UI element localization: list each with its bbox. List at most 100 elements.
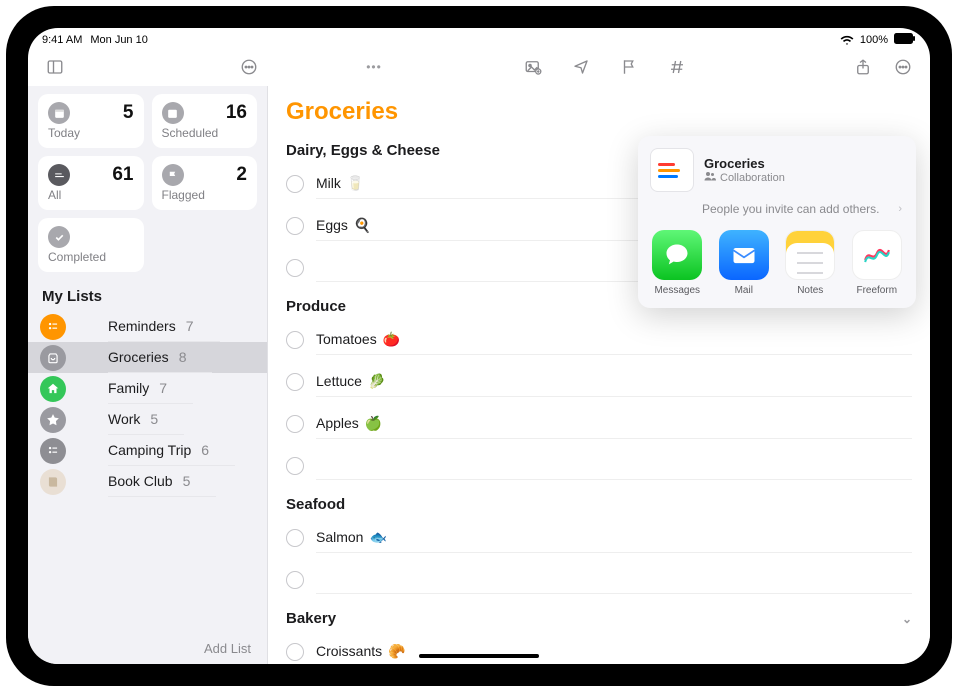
complete-toggle[interactable]: [286, 571, 304, 589]
flagged-count: 2: [236, 164, 247, 186]
list-name: Family: [108, 380, 149, 396]
complete-toggle[interactable]: [286, 331, 304, 349]
smartlist-card-scheduled[interactable]: 16 Scheduled: [152, 94, 258, 148]
share-app-mail[interactable]: Mail: [715, 230, 774, 296]
status-date: Mon Jun 10: [90, 34, 147, 46]
sidebar-list-camping-trip[interactable]: Camping Trip6: [28, 435, 267, 466]
screen: 9:41 AM Mon Jun 10 100%: [28, 28, 930, 664]
all-label: All: [48, 188, 134, 202]
smartlist-card-flagged[interactable]: 2 Flagged: [152, 156, 258, 210]
smartlist-card-today[interactable]: 5 Today: [38, 94, 144, 148]
flag-icon[interactable]: [616, 54, 642, 80]
all-count: 61: [112, 164, 133, 186]
section-header[interactable]: Bakery ⌄: [268, 600, 930, 631]
share-app-label: Freeform: [856, 285, 897, 296]
share-app-messages[interactable]: Messages: [648, 230, 707, 296]
share-popover: Groceries Collaboration People you invit…: [638, 136, 916, 308]
list-count: 8: [179, 349, 199, 365]
complete-toggle[interactable]: [286, 415, 304, 433]
complete-toggle[interactable]: [286, 175, 304, 193]
send-icon[interactable]: [568, 54, 594, 80]
share-app-label: Messages: [654, 285, 700, 296]
battery-icon: [894, 33, 916, 47]
sidebar: 5 Today 16 Scheduled 6: [28, 86, 268, 664]
list-name: Book Club: [108, 473, 173, 489]
completed-icon: [48, 226, 70, 248]
share-title: Groceries: [704, 156, 904, 171]
sidebar-list-family[interactable]: Family 7: [28, 373, 267, 404]
reminder-item[interactable]: Croissants🥐: [268, 631, 930, 664]
chevron-down-icon[interactable]: ⌄: [902, 612, 912, 626]
list-icon: [40, 376, 66, 402]
section-title-text: Produce: [286, 298, 346, 315]
reminder-item[interactable]: Apples 🍏: [268, 403, 930, 445]
status-bar: 9:41 AM Mon Jun 10 100%: [28, 28, 930, 48]
share-app-freeform[interactable]: Freeform: [848, 230, 907, 296]
scheduled-label: Scheduled: [162, 126, 248, 140]
item-text: Apples: [316, 415, 359, 432]
share-app-notes[interactable]: Notes: [781, 230, 840, 296]
sidebar-list-groceries[interactable]: Groceries 8: [28, 342, 267, 373]
today-label: Today: [48, 126, 134, 140]
reminder-item[interactable]: Tomatoes🍅: [268, 319, 930, 361]
scheduled-icon: [162, 102, 184, 124]
item-text: Lettuce: [316, 373, 362, 390]
sidebar-list-book-club[interactable]: Book Club 5: [28, 466, 267, 497]
item-text: Croissants: [316, 643, 382, 660]
list-count: 5: [183, 473, 203, 489]
sidebar-list-work[interactable]: Work5: [28, 404, 267, 435]
complete-toggle[interactable]: [286, 217, 304, 235]
item-text: Salmon: [316, 529, 363, 546]
share-app-label: Mail: [735, 285, 753, 296]
section-header[interactable]: Seafood: [268, 486, 930, 517]
list-icon: [40, 407, 66, 433]
today-icon: [48, 102, 70, 124]
more-icon[interactable]: [236, 54, 262, 80]
section-title-text: Seafood: [286, 496, 345, 513]
mylists-header: My Lists: [28, 276, 267, 311]
flagged-label: Flagged: [162, 188, 248, 202]
list-name: Groceries: [108, 349, 169, 365]
complete-toggle[interactable]: [286, 529, 304, 547]
list-icon: [40, 345, 66, 371]
section-title-text: Bakery: [286, 610, 336, 627]
reminder-item-empty[interactable]: [268, 559, 930, 600]
all-icon: [48, 164, 70, 186]
complete-toggle[interactable]: [286, 643, 304, 661]
scheduled-count: 16: [226, 102, 247, 124]
item-emoji: 🍏: [365, 415, 382, 432]
people-icon: [704, 171, 716, 184]
section-title-text: Dairy, Eggs & Cheese: [286, 142, 440, 159]
sidebar-toggle-icon[interactable]: [42, 54, 68, 80]
add-list-button[interactable]: Add List: [28, 633, 267, 664]
list-icon: [40, 469, 66, 495]
photo-add-icon[interactable]: [520, 54, 546, 80]
overflow-icon[interactable]: [890, 54, 916, 80]
share-invite-button[interactable]: People you invite can add others. ›: [648, 200, 906, 230]
battery-percent: 100%: [860, 34, 888, 46]
smartlist-card-all[interactable]: 61 All: [38, 156, 144, 210]
list-count: 7: [159, 380, 179, 396]
complete-toggle[interactable]: [286, 259, 304, 277]
sidebar-list-reminders[interactable]: Reminders7: [28, 311, 267, 342]
hashtag-icon[interactable]: [664, 54, 690, 80]
complete-toggle[interactable]: [286, 373, 304, 391]
share-icon[interactable]: [850, 54, 876, 80]
multitask-indicator-icon[interactable]: •••: [366, 60, 382, 74]
reminder-item[interactable]: Salmon 🐟: [268, 517, 930, 559]
home-indicator[interactable]: [419, 654, 539, 658]
list-name: Work: [108, 411, 140, 427]
reminder-item-empty[interactable]: [268, 445, 930, 486]
complete-toggle[interactable]: [286, 457, 304, 475]
wifi-icon: [840, 35, 854, 45]
item-emoji: 🐟: [369, 529, 386, 546]
smartlist-card-completed[interactable]: Completed: [38, 218, 144, 272]
share-invite-text: People you invite can add others.: [702, 202, 879, 216]
status-time: 9:41 AM: [42, 34, 82, 46]
list-title: Groceries: [268, 86, 930, 132]
reminder-item[interactable]: Lettuce🥬: [268, 361, 930, 403]
item-text: Eggs: [316, 217, 348, 234]
list-count: 7: [186, 318, 206, 334]
item-emoji: 🍳: [354, 217, 371, 234]
item-text: Milk: [316, 175, 341, 192]
